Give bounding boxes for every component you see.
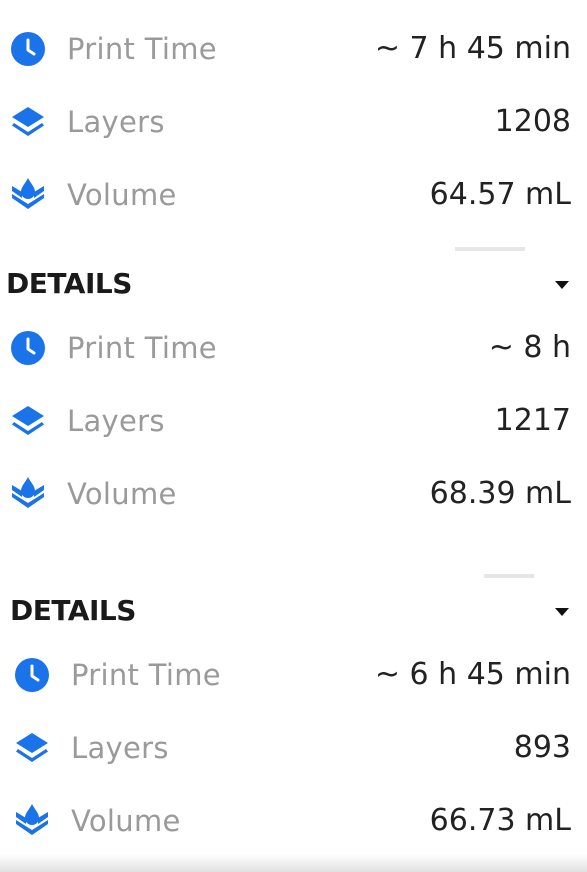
volume-row: Volume 64.57 mL <box>0 158 587 231</box>
layers-label: Layers <box>67 104 165 139</box>
print-time-value: ~ 8 h <box>488 330 571 365</box>
resin-volume-icon <box>12 801 52 841</box>
print-time-value: ~ 6 h 45 min <box>374 657 571 692</box>
bottom-shadow <box>0 854 587 872</box>
details-panel-2: DETAILS Print Time ~ 8 h Layers 1217 Vol… <box>0 255 587 530</box>
print-time-row: Print Time ~ 6 h 45 min <box>0 638 587 711</box>
resin-volume-icon <box>8 175 48 215</box>
volume-row: Volume 68.39 mL <box>0 457 587 530</box>
layers-label: Layers <box>67 403 165 438</box>
layers-icon <box>8 401 48 441</box>
details-header[interactable]: DETAILS <box>0 255 587 311</box>
volume-label: Volume <box>67 476 177 511</box>
volume-value: 64.57 mL <box>429 177 571 212</box>
volume-value: 68.39 mL <box>429 476 571 511</box>
volume-label: Volume <box>67 177 177 212</box>
divider <box>484 574 534 578</box>
volume-row: Volume 66.73 mL <box>0 784 587 857</box>
caret-down-icon[interactable] <box>555 608 569 616</box>
divider <box>455 247 525 251</box>
layers-row: Layers 1217 <box>0 384 587 457</box>
print-time-value: ~ 7 h 45 min <box>374 31 571 66</box>
clock-icon <box>8 29 48 69</box>
print-time-row: Print Time ~ 7 h 45 min <box>0 12 587 85</box>
clock-icon <box>12 655 52 695</box>
print-time-row: Print Time ~ 8 h <box>0 311 587 384</box>
clock-icon <box>8 328 48 368</box>
layers-icon <box>8 102 48 142</box>
layers-value: 1208 <box>494 104 571 139</box>
layers-icon <box>12 728 52 768</box>
details-panel-3: DETAILS Print Time ~ 6 h 45 min Layers 8… <box>0 582 587 857</box>
details-header[interactable]: DETAILS <box>0 582 587 638</box>
print-time-label: Print Time <box>67 330 217 365</box>
print-time-label: Print Time <box>71 657 221 692</box>
details-title: DETAILS <box>10 593 136 627</box>
layers-value: 1217 <box>494 403 571 438</box>
print-time-label: Print Time <box>67 31 217 66</box>
layers-label: Layers <box>71 730 169 765</box>
layers-row: Layers 893 <box>0 711 587 784</box>
resin-volume-icon <box>8 474 48 514</box>
caret-down-icon[interactable] <box>555 281 569 289</box>
details-title: DETAILS <box>6 266 132 300</box>
layers-value: 893 <box>513 730 571 765</box>
volume-label: Volume <box>71 803 181 838</box>
volume-value: 66.73 mL <box>429 803 571 838</box>
details-panel-1: Print Time ~ 7 h 45 min Layers 1208 Volu… <box>0 12 587 231</box>
layers-row: Layers 1208 <box>0 85 587 158</box>
